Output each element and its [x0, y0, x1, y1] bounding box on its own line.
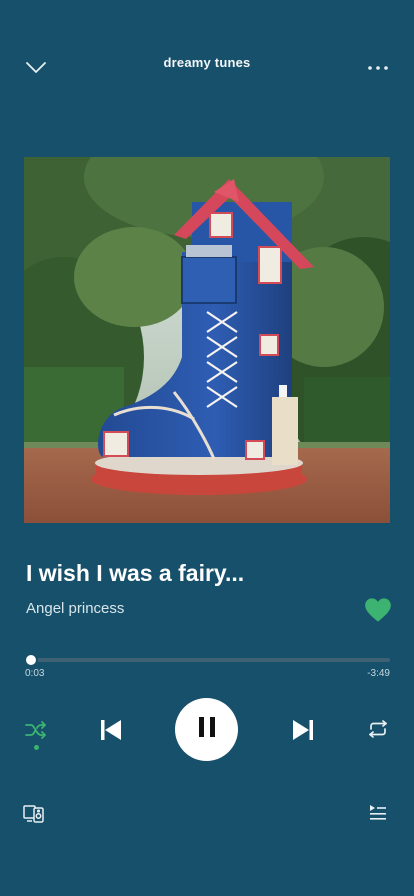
skip-previous-icon[interactable]: [96, 714, 126, 746]
now-playing-screen: dreamy tunes I wish I was a fairy... Ang…: [0, 0, 414, 896]
pause-button[interactable]: [175, 698, 238, 761]
shuffle-active-indicator: [34, 745, 39, 750]
playback-controls: [0, 698, 414, 762]
shuffle-icon[interactable]: [22, 716, 50, 744]
heart-icon[interactable]: [364, 597, 392, 623]
remaining-time: -3:49: [367, 668, 390, 679]
progress-handle[interactable]: [23, 653, 38, 667]
skip-next-icon[interactable]: [288, 714, 318, 746]
more-options-icon[interactable]: [364, 54, 392, 82]
album-artwork: [24, 157, 390, 523]
repeat-icon[interactable]: [365, 716, 391, 742]
pause-icon: [197, 716, 217, 743]
playlist-title: dreamy tunes: [163, 55, 251, 70]
elapsed-time: 0:03: [25, 668, 45, 679]
top-bar: dreamy tunes: [0, 46, 414, 90]
progress-bar[interactable]: [23, 653, 390, 667]
devices-icon[interactable]: [23, 804, 45, 824]
queue-icon[interactable]: [369, 804, 387, 822]
track-artist[interactable]: Angel princess: [26, 600, 124, 617]
track-title: I wish I was a fairy...: [26, 560, 245, 586]
